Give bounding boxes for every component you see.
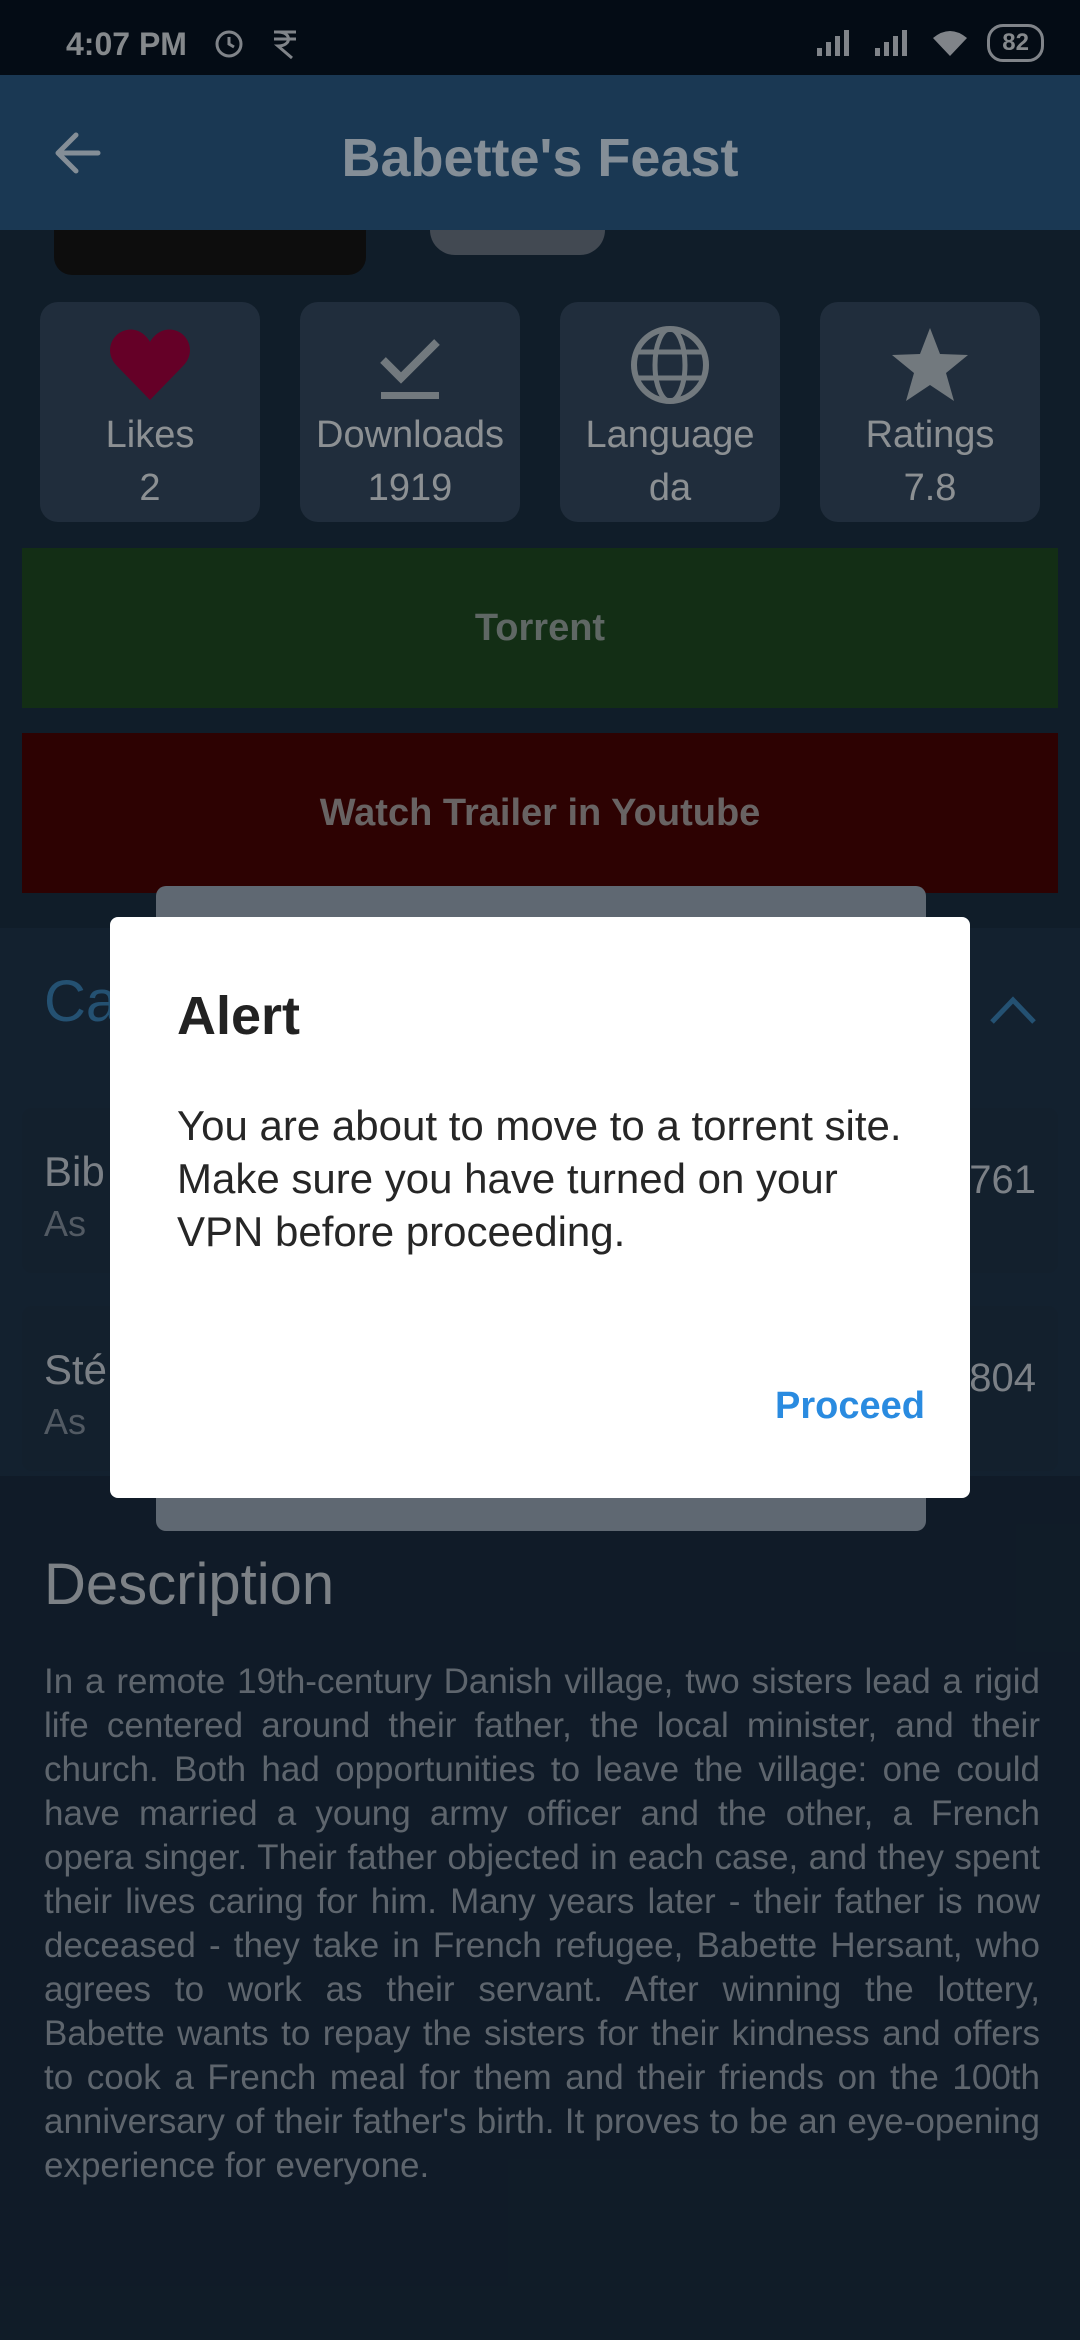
- proceed-button[interactable]: Proceed: [775, 1385, 925, 1428]
- dialog-message: You are about to move to a torrent site.…: [177, 1102, 902, 1255]
- alert-dialog: Alert You are about to move to a torrent…: [110, 917, 970, 1498]
- dialog-title: Alert: [177, 986, 301, 1046]
